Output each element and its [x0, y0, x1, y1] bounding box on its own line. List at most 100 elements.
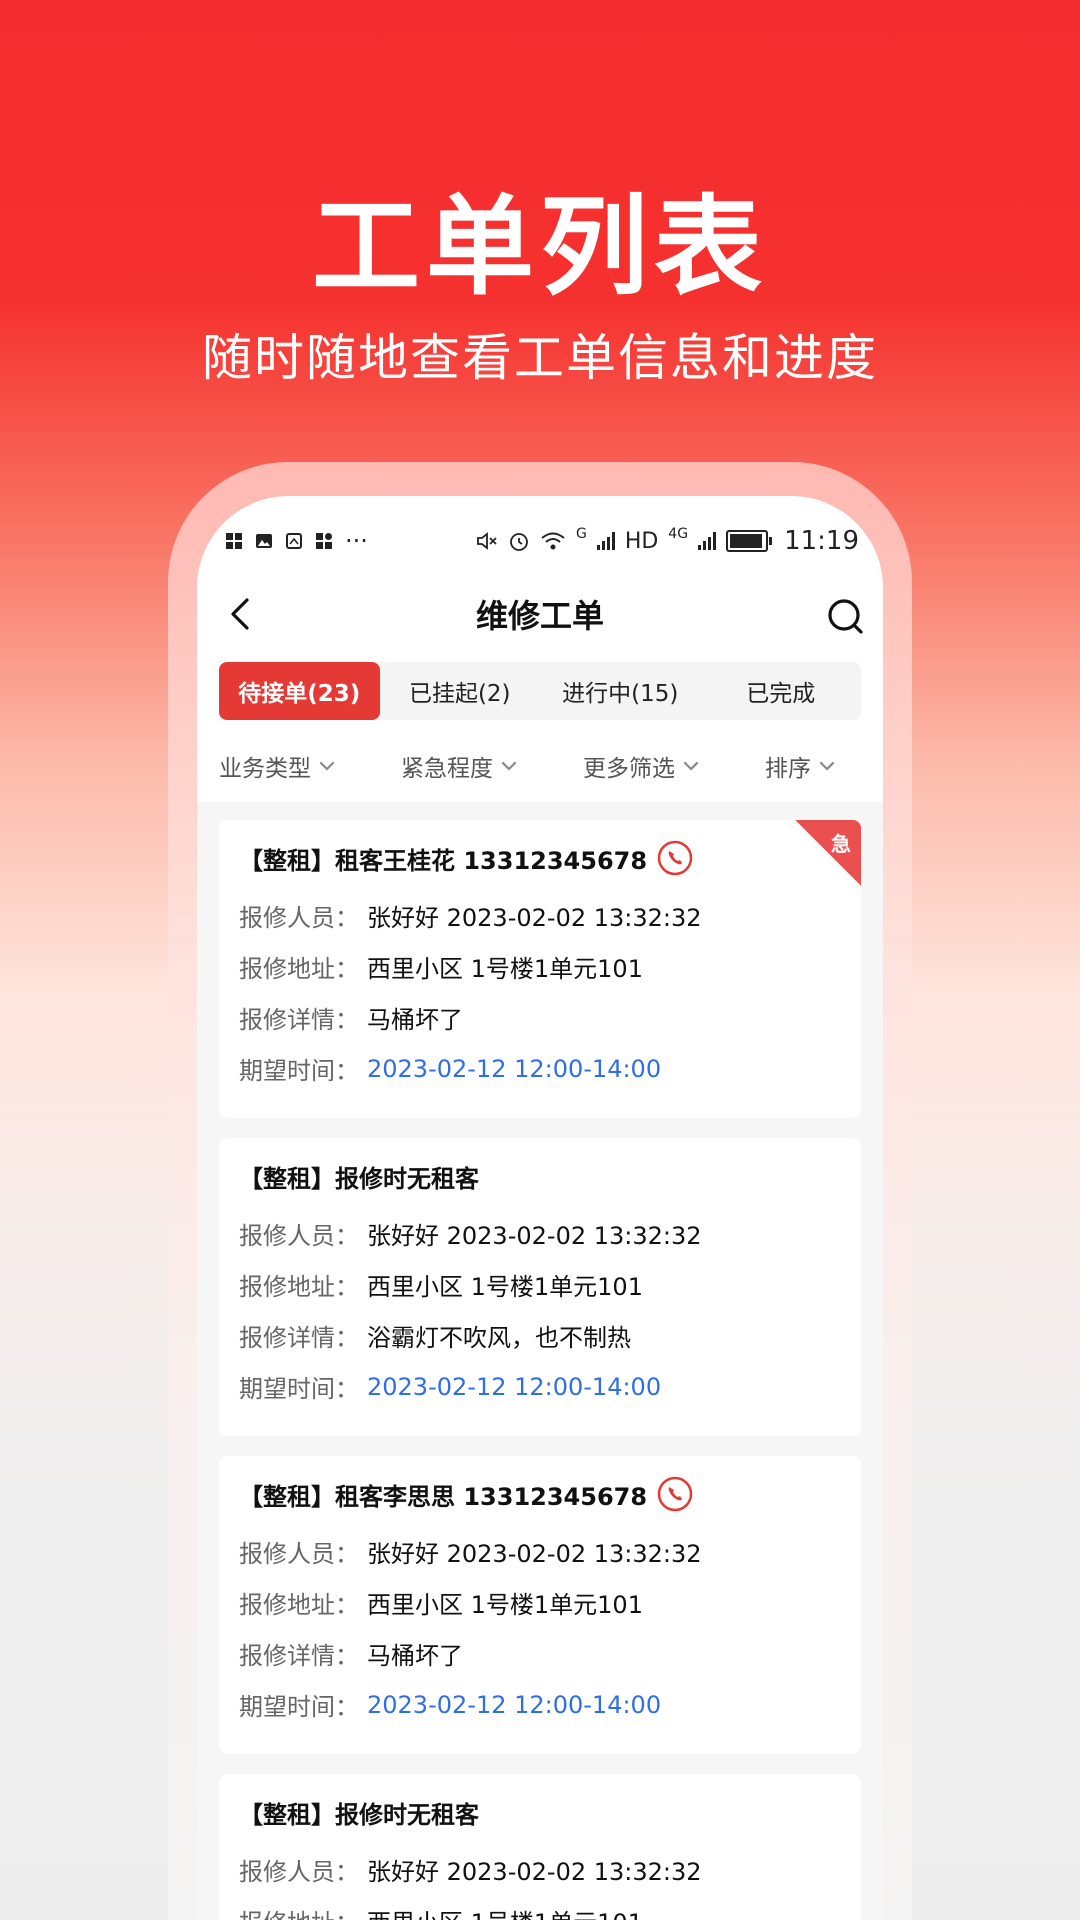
tab-in-progress[interactable]: 进行中(15) — [540, 662, 701, 720]
filter-bar: 业务类型 紧急程度 更多筛选 排序 — [219, 746, 861, 786]
phone-screen: ··· G HD 4G 11:19 维修工单 待接单(23) 已挂起(2) 进行… — [197, 496, 883, 1920]
hero-title: 工单列表 — [311, 185, 768, 310]
order-title: 【整租】租客王桂花 13312345678 — [239, 838, 841, 878]
screenshot-icon — [286, 533, 302, 549]
mute-icon — [477, 532, 497, 550]
expected-value: 2023-02-12 12:00-14:00 — [367, 1054, 662, 1083]
wifi-icon — [541, 532, 565, 550]
reporter-label: 报修人员： — [239, 904, 359, 932]
expected-value: 2023-02-12 12:00-14:00 — [367, 1372, 662, 1401]
reporter-row: 报修人员： 张好好 2023-02-02 13:32:32 — [239, 890, 841, 941]
urgent-badge: 急 — [795, 820, 861, 886]
expected-label: 期望时间： — [239, 1375, 359, 1403]
chevron-down-icon — [819, 761, 835, 771]
reporter-value: 张好好 2023-02-02 13:32:32 — [367, 904, 702, 932]
detail-row: 报修详情： 浴霸灯不吹风，也不制热 — [239, 1310, 841, 1361]
reporter-row: 报修人员： 张好好 2023-02-02 13:32:32 — [239, 1208, 841, 1259]
filter-label: 排序 — [765, 756, 811, 782]
work-order-card[interactable]: 急 【整租】租客王桂花 13312345678 报修人员： 张好好 2023-02… — [219, 820, 861, 1118]
address-value: 西里小区 1号楼1单元101 — [367, 1591, 643, 1619]
chevron-down-icon — [501, 761, 517, 771]
battery-icon — [726, 530, 773, 552]
order-title-text: 【整租】租客王桂花 13312345678 — [239, 846, 648, 875]
detail-value: 浴霸灯不吹风，也不制热 — [367, 1324, 631, 1352]
tab-suspended[interactable]: 已挂起(2) — [380, 662, 541, 720]
address-row: 报修地址： 西里小区 1号楼1单元101 — [239, 1259, 841, 1310]
detail-value: 马桶坏了 — [367, 1642, 463, 1670]
status-time: 11:19 — [784, 526, 859, 556]
work-order-card[interactable]: 【整租】租客李思思 13312345678 报修人员： 张好好 2023-02-0… — [219, 1456, 861, 1754]
expected-time-row: 期望时间： 2023-02-12 12:00-14:00 — [239, 1361, 841, 1412]
tab-completed[interactable]: 已完成 — [701, 662, 862, 720]
reporter-value: 张好好 2023-02-02 13:32:32 — [367, 1858, 702, 1886]
filter-urgency[interactable]: 紧急程度 — [401, 746, 517, 786]
reporter-label: 报修人员： — [239, 1540, 359, 1568]
work-order-list: 急 【整租】租客王桂花 13312345678 报修人员： 张好好 2023-02… — [197, 802, 883, 1920]
detail-label: 报修详情： — [239, 1006, 359, 1034]
signal-1-icon — [596, 532, 615, 550]
expected-label: 期望时间： — [239, 1057, 359, 1085]
expected-value: 2023-02-12 12:00-14:00 — [367, 1690, 662, 1719]
back-icon[interactable] — [223, 596, 259, 632]
detail-label: 报修详情： — [239, 1324, 359, 1352]
address-value: 西里小区 1号楼1单元101 — [367, 1273, 643, 1301]
address-row: 报修地址：西里小区 1号楼1单元101 — [239, 1895, 841, 1920]
reporter-row: 报修人员： 张好好 2023-02-02 13:32:32 — [239, 1844, 841, 1895]
app-store-icon — [316, 533, 332, 549]
expected-label: 期望时间： — [239, 1693, 359, 1721]
reporter-value: 张好好 2023-02-02 13:32:32 — [367, 1222, 702, 1250]
detail-row: 报修详情： 马桶坏了 — [239, 992, 841, 1043]
phone-call-icon[interactable] — [657, 840, 693, 876]
status-tabs: 待接单(23) 已挂起(2) 进行中(15) 已完成 — [219, 662, 861, 720]
order-title-text: 【整租】报修时无租客 — [239, 1164, 479, 1193]
address-row: 报修地址： 西里小区 1号楼1单元101 — [239, 1577, 841, 1628]
hero-subtitle: 随时随地查看工单信息和进度 — [202, 329, 878, 387]
filter-label: 紧急程度 — [401, 756, 493, 782]
reporter-value: 张好好 2023-02-02 13:32:32 — [367, 1540, 702, 1568]
work-order-card[interactable]: 【整租】报修时无租客 报修人员： 张好好 2023-02-02 13:32:32 … — [219, 1138, 861, 1436]
filter-business-type[interactable]: 业务类型 — [219, 746, 335, 786]
image-icon — [256, 534, 272, 548]
page: 工单列表 随时随地查看工单信息和进度 ··· G HD 4G 11:19 维修工… — [0, 0, 1080, 1920]
expected-time-row: 期望时间： 2023-02-12 12:00-14:00 — [239, 1679, 841, 1730]
detail-value: 马桶坏了 — [367, 1006, 463, 1034]
filter-label: 业务类型 — [219, 756, 311, 782]
expected-time-row: 期望时间： 2023-02-12 12:00-14:00 — [239, 1043, 841, 1094]
alarm-icon — [510, 533, 528, 551]
address-value: 西里小区 1号楼1单元101 — [367, 955, 643, 983]
address-label: 报修地址： — [239, 1591, 359, 1619]
page-title: 维修工单 — [475, 597, 604, 635]
address-row: 报修地址： 西里小区 1号楼1单元101 — [239, 941, 841, 992]
reporter-label: 报修人员： — [239, 1222, 359, 1250]
filter-more[interactable]: 更多筛选 — [583, 746, 699, 786]
status-indicators: G HD 4G 11:19 — [476, 526, 859, 556]
more-notifications: ··· — [345, 527, 368, 555]
header-area: ··· G HD 4G 11:19 维修工单 待接单(23) 已挂起(2) 进行… — [197, 496, 883, 802]
tab-pending[interactable]: 待接单(23) — [219, 662, 380, 720]
signal-2-icon — [698, 532, 717, 550]
order-title-text: 【整租】报修时无租客 — [239, 1800, 479, 1829]
navigation-bar: 维修工单 — [197, 584, 883, 644]
reporter-row: 报修人员： 张好好 2023-02-02 13:32:32 — [239, 1526, 841, 1577]
hd-label: HD — [624, 528, 659, 554]
order-title: 【整租】租客李思思 13312345678 — [239, 1474, 841, 1514]
address-label: 报修地址： — [239, 1903, 367, 1920]
address-value: 西里小区 1号楼1单元101 — [367, 1903, 643, 1920]
filter-sort[interactable]: 排序 — [765, 746, 835, 786]
status-notifications: ··· — [225, 527, 368, 555]
work-order-card[interactable]: 【整租】报修时无租客 报修人员： 张好好 2023-02-02 13:32:32 … — [219, 1774, 861, 1920]
detail-label: 报修详情： — [239, 1642, 359, 1670]
chevron-down-icon — [319, 761, 335, 771]
chevron-down-icon — [683, 761, 699, 771]
address-label: 报修地址： — [239, 1273, 359, 1301]
network-g-label: G — [575, 526, 587, 542]
detail-row: 报修详情： 马桶坏了 — [239, 1628, 841, 1679]
urgent-label: 急 — [831, 832, 851, 856]
order-title: 【整租】报修时无租客 — [239, 1156, 841, 1196]
address-label: 报修地址： — [239, 955, 359, 983]
phone-call-icon[interactable] — [657, 1476, 693, 1512]
app-grid-icon — [226, 533, 242, 549]
filter-label: 更多筛选 — [583, 756, 675, 782]
search-icon[interactable] — [825, 596, 865, 636]
reporter-label: 报修人员： — [239, 1858, 359, 1886]
